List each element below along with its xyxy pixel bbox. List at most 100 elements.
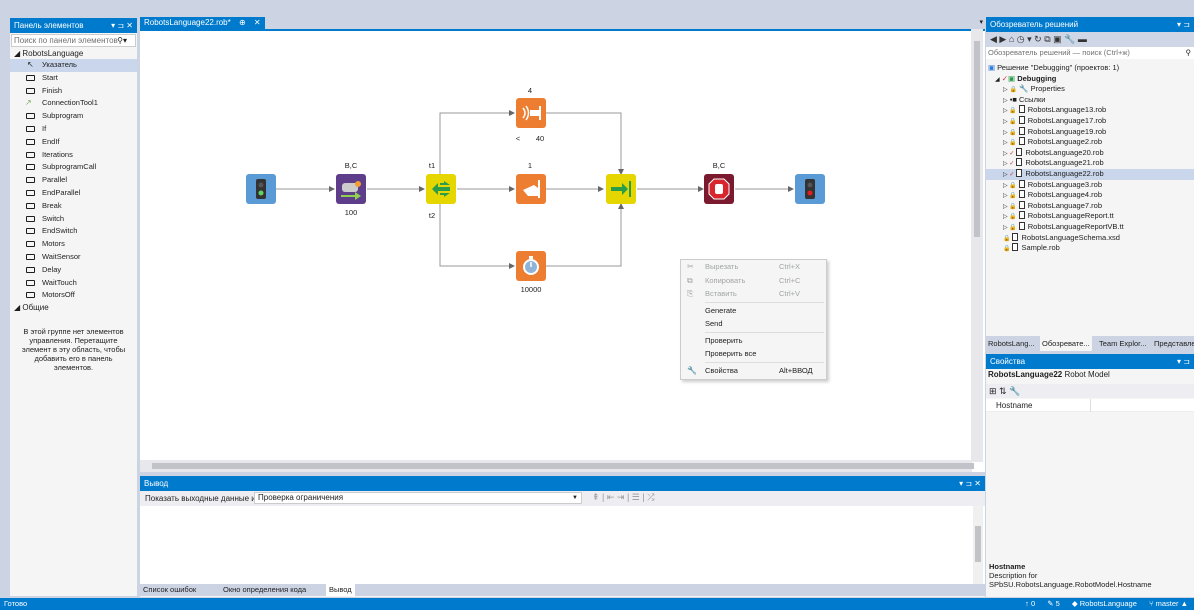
toolbox-item[interactable]: If (10, 123, 137, 136)
solution-explorer-toolbar[interactable]: ◀ ▶ ⌂ ◷ ▾ ↻ ⧉ ▣ 🔧 ▬ (986, 32, 1194, 47)
solution-explorer-title-bar[interactable]: Обозреватель решений ▾ ⊐ (986, 17, 1194, 32)
properties-node[interactable]: ▷ 🔒 🔧 Properties (986, 84, 1194, 95)
editor-vertical-scrollbar[interactable] (971, 29, 983, 462)
toolbox-item[interactable]: Break (10, 200, 137, 213)
finish-node[interactable] (795, 174, 825, 204)
close-icon[interactable]: ✕ (254, 18, 261, 27)
solution-file-item[interactable]: ▷ 🔒 RobotsLanguage7.rob (986, 200, 1194, 212)
toolbox-item[interactable]: Start (10, 72, 137, 85)
tab-dropdown-button[interactable]: ▾ (979, 17, 983, 29)
solution-file-item[interactable]: 🔒 Sample.rob (986, 243, 1194, 254)
solution-file-item[interactable]: 🔒 RobotsLanguageSchema.xsd (986, 232, 1194, 244)
pin-icon[interactable]: ⊕ (239, 18, 246, 27)
context-menu-item[interactable]: ✂ Вырезать Ctrl+X (681, 260, 826, 274)
toolbox-item[interactable]: EndSwitch (10, 225, 137, 238)
wait-touch-node[interactable] (516, 174, 546, 204)
solution-file-item[interactable]: ▷ 🔒 RobotsLanguage2.rob (986, 137, 1194, 148)
toolbox-item[interactable]: SubprogramCall (10, 161, 137, 174)
status-branch[interactable]: ⑂ master ▲ (1149, 599, 1188, 608)
toolbox-item[interactable]: EndIf (10, 136, 137, 149)
switch-node[interactable] (426, 174, 456, 204)
scroll-thumb[interactable] (152, 463, 974, 469)
toolbox-item-label: Iterations (42, 149, 73, 159)
project-node[interactable]: ◢ ✓▣ Debugging (986, 74, 1194, 85)
solution-explorer-search-input[interactable]: Обозреватель решений — поиск (Ctrl+ж) ⚲ (986, 47, 1194, 59)
toolbox-group-general[interactable]: ◢ Общие (10, 302, 137, 313)
solution-file-item[interactable]: ▷ 🔒 RobotsLanguage3.rob (986, 179, 1194, 191)
solution-file-item[interactable]: ▷ 🔒 RobotsLanguage19.rob (986, 126, 1194, 138)
motors-node[interactable] (336, 174, 366, 204)
output-tool-icons[interactable]: ⇞ | ⇤ ⇥ | ☰ | ⤮ (592, 492, 654, 503)
output-tab[interactable]: Окно определения кода (220, 584, 309, 596)
search-icon[interactable]: ⚲ (1186, 47, 1192, 59)
toolbox-item[interactable]: WaitTouch (10, 277, 137, 290)
solution-explorer-tab[interactable]: Представле... (1152, 336, 1194, 351)
toolbox-item[interactable]: ↗ ConnectionTool1 (10, 97, 137, 110)
solution-file-item[interactable]: ▷ 🔒 RobotsLanguage17.rob (986, 115, 1194, 127)
context-menu-item[interactable]: Send (681, 317, 826, 331)
toolbox-item[interactable]: Parallel (10, 174, 137, 187)
output-tab[interactable]: Список ошибок (140, 584, 199, 596)
tab-robotslanguage22[interactable]: RobotsLanguage22.rob* ⊕ ✕ (140, 17, 265, 29)
context-menu-item[interactable]: ⎘ Вставить Ctrl+V (681, 287, 826, 301)
toolbox-item[interactable]: Subprogram (10, 110, 137, 123)
status-repo[interactable]: ◆ RobotsLanguage (1072, 599, 1137, 608)
motors-power-label: 100 (344, 208, 358, 217)
end-switch-node[interactable] (606, 174, 636, 204)
solution-explorer-tab[interactable]: Обозревате... (1040, 336, 1092, 351)
properties-window-controls[interactable]: ▾ ⊐ (1177, 354, 1190, 369)
toolbox-item[interactable]: Iterations (10, 149, 137, 162)
solution-explorer-tab[interactable]: RobotsLang... (986, 336, 1037, 351)
status-push-count[interactable]: ↑ 0 (1025, 599, 1035, 608)
search-icon[interactable]: ⚲▾ (117, 35, 127, 46)
output-source-select[interactable]: Проверка ограничения ▼ (254, 492, 582, 504)
toolbox-item[interactable]: Finish (10, 85, 137, 98)
toolbox-search-input[interactable]: Поиск по панели элементов ⚲▾ (11, 34, 136, 47)
wait-sensor-node[interactable] (516, 98, 546, 128)
delay-node[interactable] (516, 251, 546, 281)
output-window-controls[interactable]: ▾ ⊐ ✕ (959, 476, 981, 491)
motors-off-node[interactable] (704, 174, 734, 204)
toolbox-item[interactable]: Delay (10, 264, 137, 277)
solution-file-item[interactable]: ▷ 🔒 RobotsLanguage4.rob (986, 190, 1194, 201)
output-text-area[interactable] (140, 506, 985, 584)
start-node[interactable] (246, 174, 276, 204)
solution-file-item[interactable]: ▷ 🔒 RobotsLanguageReportVB.tt (986, 221, 1194, 233)
toolbox-item[interactable]: WaitSensor (10, 251, 137, 264)
context-menu-item[interactable]: ⧉ Копировать Ctrl+C (681, 274, 826, 288)
editor-horizontal-scrollbar[interactable] (140, 460, 974, 472)
context-menu-item[interactable]: Проверить все (681, 347, 826, 361)
context-menu-item[interactable]: 🔧 Свойства Alt+ВВОД (681, 364, 826, 378)
scroll-thumb[interactable] (974, 41, 980, 237)
sensor-port-label: 4 (527, 86, 533, 95)
solution-file-item[interactable]: ▷ 🔒 RobotsLanguage13.rob (986, 105, 1194, 116)
solution-explorer-window-controls[interactable]: ▾ ⊐ (1177, 17, 1190, 32)
solution-explorer-tab[interactable]: Team Explor... (1097, 336, 1149, 351)
solution-file-item[interactable]: ▷ 🔒 RobotsLanguageReport.tt (986, 211, 1194, 222)
output-title-bar[interactable]: Вывод ▾ ⊐ ✕ (140, 476, 985, 491)
properties-object-selector[interactable]: RobotsLanguage22 Robot Model (988, 370, 1110, 379)
diagram-canvas[interactable]: B,C 100 t1 t2 4 < 40 1 10000 B,C (140, 29, 985, 472)
toolbox-item[interactable]: Motors (10, 238, 137, 251)
context-menu-item[interactable]: Generate (681, 304, 826, 318)
toolbox-item[interactable]: ↖ Указатель (10, 59, 137, 72)
properties-grid-row[interactable]: Hostname (986, 399, 1194, 412)
toolbox-group-robotslanguage[interactable]: ◢ RobotsLanguage (10, 48, 137, 59)
output-tab[interactable]: Вывод (326, 584, 355, 596)
toolbox-item[interactable]: Switch (10, 213, 137, 226)
solution-node[interactable]: ▣ Решение "Debugging" (проектов: 1) (986, 63, 1194, 74)
output-scrollbar[interactable] (973, 506, 983, 584)
context-menu-item[interactable]: Проверить (681, 334, 826, 348)
toolbox-item[interactable]: MotorsOff (10, 289, 137, 302)
toolbox-title-bar[interactable]: Панель элементов ▾ ⊐ ✕ (10, 18, 137, 33)
solution-file-item[interactable]: ▷ ✓ RobotsLanguage22.rob (986, 168, 1194, 180)
toolbox-window-controls[interactable]: ▾ ⊐ ✕ (111, 18, 133, 33)
solution-explorer-tab-strip: RobotsLang... Обозревате... Team Explor...… (986, 336, 1194, 351)
solution-file-item[interactable]: ▷ ✓ RobotsLanguage20.rob (986, 147, 1194, 159)
toolbox-item[interactable]: EndParallel (10, 187, 137, 200)
properties-title-bar[interactable]: Свойства ▾ ⊐ (986, 354, 1194, 369)
status-edits-count[interactable]: ✎ 5 (1047, 599, 1060, 608)
references-node[interactable]: ▷ ▪■ Ссылки (986, 95, 1194, 106)
solution-file-item[interactable]: ▷ ✓ RobotsLanguage21.rob (986, 158, 1194, 169)
properties-toolbar[interactable]: ⊞ ⇅ 🔧 (986, 384, 1194, 398)
